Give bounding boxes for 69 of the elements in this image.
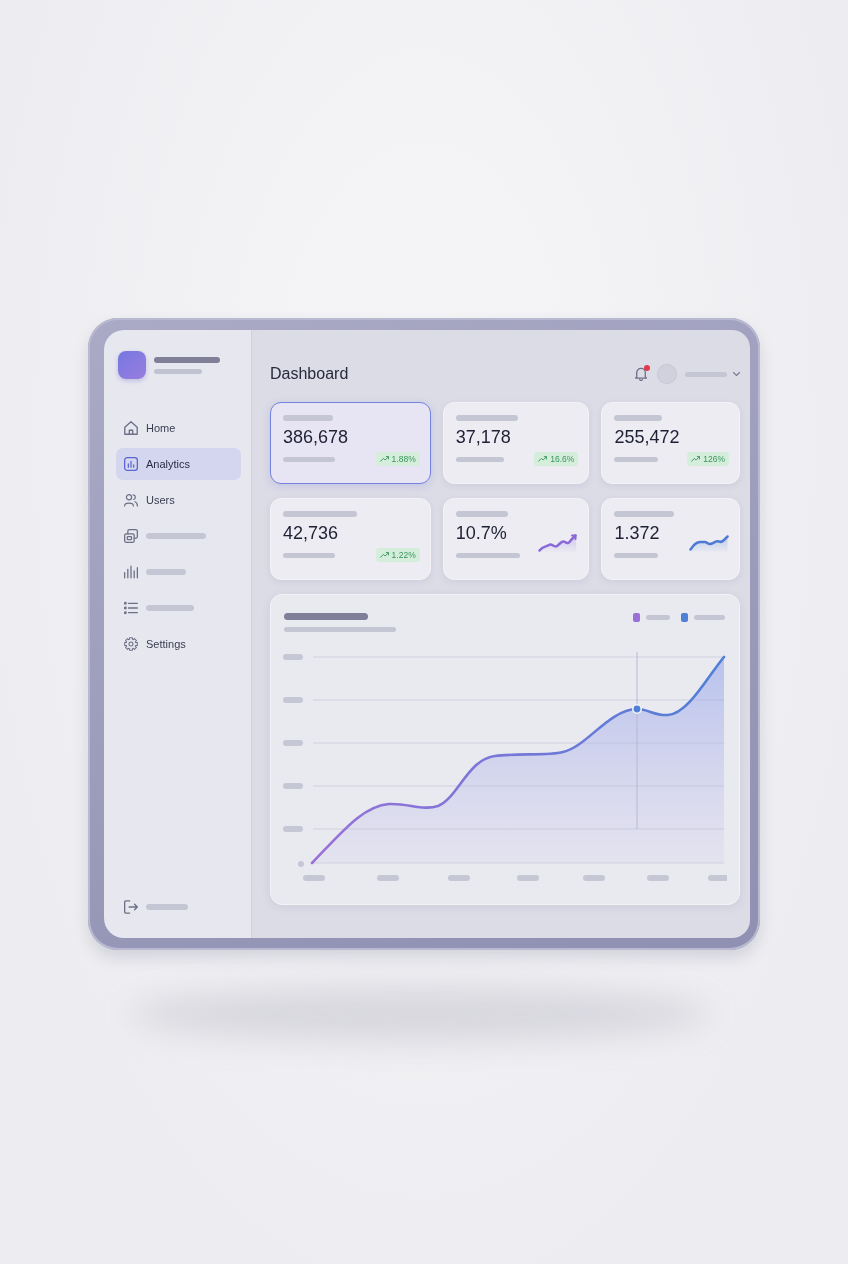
origin-dot-icon xyxy=(298,861,304,867)
axis-label-placeholder xyxy=(283,740,303,746)
users-icon xyxy=(124,493,138,507)
stat-value: 10.7% xyxy=(455,522,508,544)
change-percent: 1.22% xyxy=(391,549,416,562)
trend-up-icon xyxy=(379,552,389,558)
axis-label-placeholder xyxy=(647,875,669,881)
nav-item[interactable]: Users xyxy=(116,484,241,516)
axis-label-placeholder xyxy=(708,875,727,881)
label-placeholder xyxy=(146,904,188,910)
stat-value: 386,678 xyxy=(283,426,350,448)
axis-label-placeholder xyxy=(517,875,539,881)
label-placeholder xyxy=(146,533,206,539)
axis-label-placeholder xyxy=(377,875,399,881)
label-placeholder xyxy=(614,511,675,517)
axis-label-placeholder xyxy=(283,826,303,832)
stat-card[interactable]: 255,472 126% xyxy=(601,402,740,484)
trend-up-icon xyxy=(379,456,389,462)
axis-label-placeholder xyxy=(283,783,303,789)
axis-label-placeholder xyxy=(583,875,605,881)
list-icon xyxy=(124,601,138,615)
stat-card[interactable]: 10.7% xyxy=(442,498,590,580)
label-placeholder xyxy=(455,415,518,421)
logo-icon[interactable] xyxy=(118,351,146,379)
chart-square-icon xyxy=(124,457,138,471)
nav-item[interactable]: Settings xyxy=(116,628,241,660)
caption-placeholder xyxy=(455,552,520,558)
nav-item[interactable]: Home xyxy=(116,412,241,444)
stat-value: 255,472 xyxy=(614,426,681,448)
axis-label-placeholder xyxy=(303,875,325,881)
trend-up-icon xyxy=(691,456,701,462)
caption-placeholder xyxy=(283,456,335,462)
app-name-placeholder xyxy=(154,356,220,363)
axis-label-placeholder xyxy=(448,875,470,881)
data-point[interactable] xyxy=(632,704,642,714)
label-placeholder xyxy=(146,569,186,575)
label-placeholder xyxy=(283,415,333,421)
bar-chart-icon xyxy=(124,565,138,579)
change-percent: 126% xyxy=(703,453,725,466)
stat-card[interactable]: 386,678 1.88% xyxy=(270,402,431,484)
stat-card[interactable]: 1.372 xyxy=(601,498,740,580)
caption-placeholder xyxy=(283,552,335,558)
label-placeholder xyxy=(455,511,508,517)
legend-label-placeholder xyxy=(694,615,725,620)
trend-up-icon xyxy=(538,456,548,462)
chevron-down-icon[interactable] xyxy=(733,372,740,376)
caption-placeholder xyxy=(614,456,659,462)
settings-icon xyxy=(124,637,138,651)
bell-icon[interactable] xyxy=(635,367,647,381)
label-placeholder xyxy=(146,605,194,611)
page-title: Dashboard xyxy=(270,365,349,383)
home-icon xyxy=(124,421,138,435)
caption-placeholder xyxy=(614,552,659,558)
stat-value: 42,736 xyxy=(283,522,340,544)
change-percent: 1.88% xyxy=(391,453,416,466)
axis-label-placeholder xyxy=(283,697,303,703)
overlapping-squares-icon xyxy=(124,529,138,543)
axis-label-placeholder xyxy=(283,654,303,660)
nav-item[interactable]: Analytics xyxy=(116,448,241,480)
app-subtitle-placeholder xyxy=(154,368,202,374)
logout-icon[interactable] xyxy=(124,900,138,914)
stat-card[interactable]: 42,736 1.22% xyxy=(270,498,431,580)
label-placeholder xyxy=(614,415,663,421)
change-percent: 16.6% xyxy=(550,453,575,466)
stat-card[interactable]: 37,178 16.6% xyxy=(442,402,590,484)
stat-value: 37,178 xyxy=(455,426,512,448)
caption-placeholder xyxy=(455,456,504,462)
legend-label-placeholder xyxy=(646,615,670,620)
stat-value: 1.372 xyxy=(614,522,661,544)
